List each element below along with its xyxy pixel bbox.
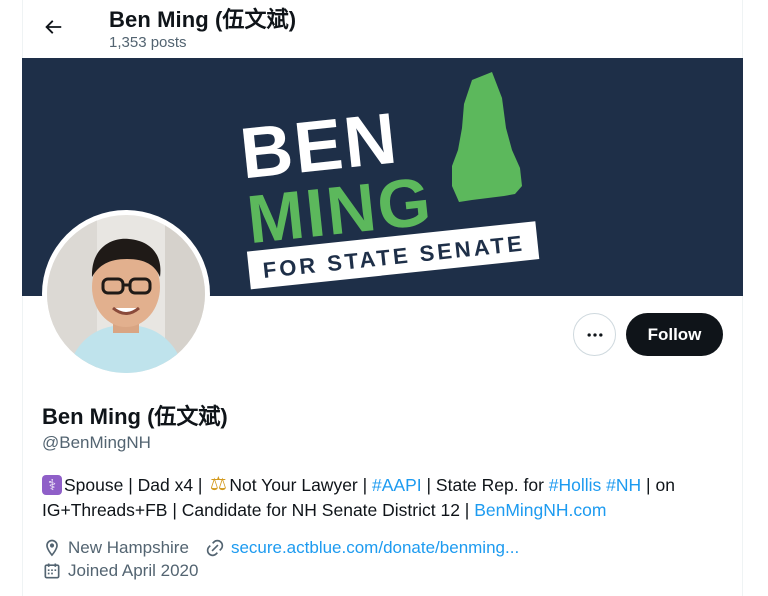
link-icon: [206, 539, 224, 557]
display-name: Ben Ming (伍文斌): [42, 404, 228, 429]
balance-scale-icon: [207, 474, 229, 495]
calendar-icon: [44, 563, 60, 579]
bio-text: Spouse | Dad x4 |: [64, 475, 208, 495]
profile-joined-row: Joined April 2020: [42, 561, 198, 581]
profile-location: New Hampshire: [68, 538, 189, 557]
location-pin-icon: [46, 539, 58, 557]
hashtag-nh[interactable]: #NH: [606, 475, 641, 495]
post-count: 1,353 posts: [109, 34, 187, 51]
avatar-photo: [47, 215, 205, 373]
profile-link[interactable]: secure.actblue.com/donate/benming...: [231, 538, 519, 558]
user-handle: @BenMingNH: [42, 433, 151, 452]
profile-bio: Spouse | Dad x4 | Not Your Lawyer | #AAP…: [42, 473, 722, 523]
new-hampshire-map-icon: [452, 72, 522, 202]
hashtag-aapi[interactable]: #AAPI: [372, 475, 422, 495]
medical-symbol-icon: [42, 475, 62, 495]
back-button[interactable]: [34, 8, 72, 46]
bio-text: | State Rep. for: [421, 475, 549, 495]
more-horizontal-icon: [587, 332, 602, 337]
more-options-button[interactable]: [573, 313, 616, 356]
follow-button[interactable]: Follow: [626, 313, 723, 356]
hashtag-hollis[interactable]: #Hollis: [549, 475, 602, 495]
profile-joined-date: Joined April 2020: [68, 561, 199, 580]
arrow-left-icon: [45, 20, 62, 34]
bio-website-link[interactable]: BenMingNH.com: [474, 500, 606, 520]
profile-meta-row: New Hampshire secure.actblue.com/donate/…: [42, 538, 519, 558]
bio-text: Not Your Lawyer |: [229, 475, 373, 495]
header-title: Ben Ming (伍文斌): [109, 7, 297, 32]
avatar[interactable]: [42, 210, 210, 378]
